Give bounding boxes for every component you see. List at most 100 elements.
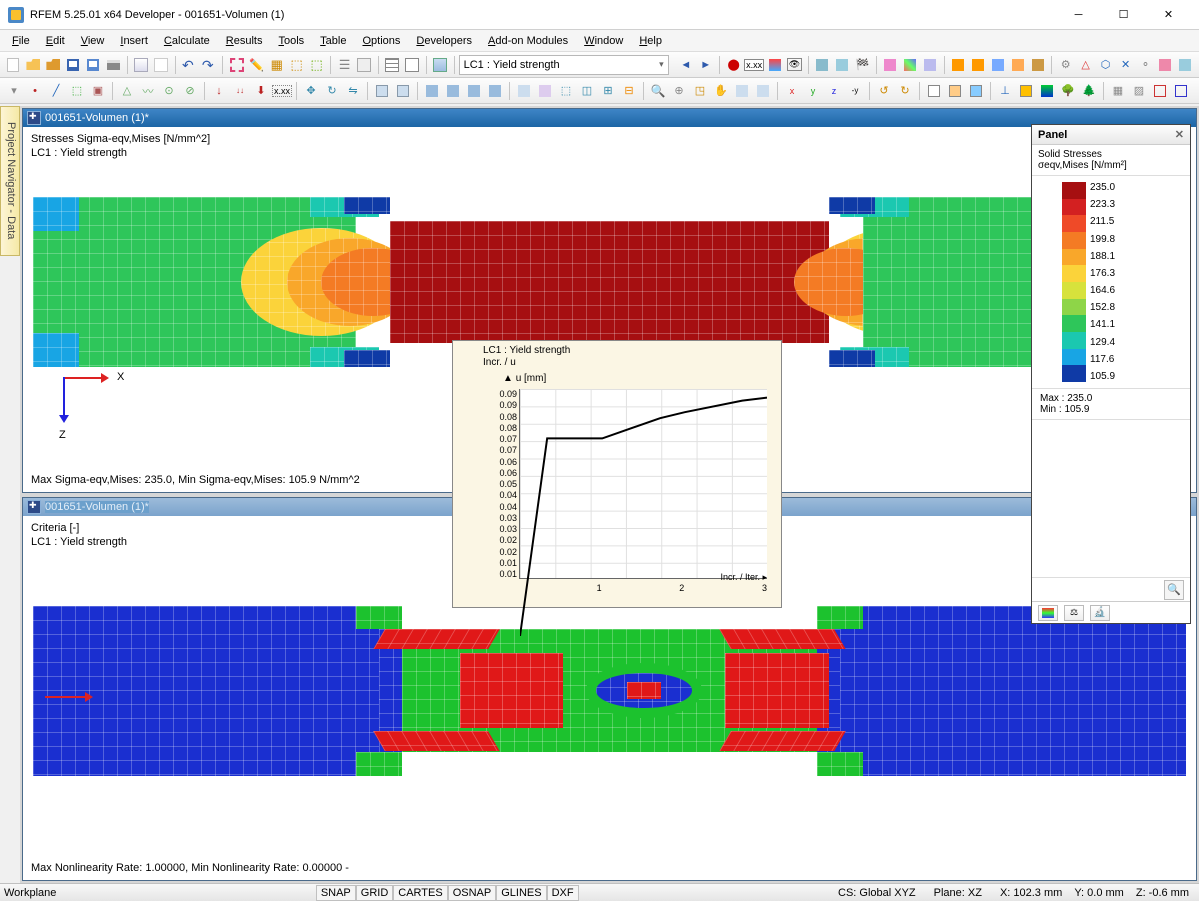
roty-button[interactable]: ↻ [895, 81, 915, 101]
rotate-button[interactable]: ↻ [322, 81, 342, 101]
mesh-button[interactable] [1016, 81, 1036, 101]
copy-button[interactable] [132, 55, 151, 75]
vx-button[interactable]: x [782, 81, 802, 101]
geo6-button[interactable]: ⊟ [619, 81, 639, 101]
statusbar-toggle-glines[interactable]: GLINES [496, 885, 546, 901]
statusbar-toggle-grid[interactable]: GRID [356, 885, 394, 901]
menu-table[interactable]: Table [312, 33, 354, 49]
panel-tab-color-icon[interactable] [1038, 605, 1058, 621]
design7-button[interactable] [1176, 55, 1195, 75]
menu-add-on-modules[interactable]: Add-on Modules [480, 33, 576, 49]
views-row2b-button[interactable] [753, 81, 773, 101]
results-eye-button[interactable]: 👁 [785, 55, 804, 75]
tree2-button[interactable]: 🌲 [1079, 81, 1099, 101]
load1-button[interactable]: ↓ [209, 81, 229, 101]
contour-button[interactable] [833, 55, 852, 75]
menu-window[interactable]: Window [576, 33, 631, 49]
show-grid-button[interactable]: ▦ [267, 55, 286, 75]
vy-button[interactable]: y [803, 81, 823, 101]
statusbar-toggle-snap[interactable]: SNAP [316, 885, 356, 901]
zoom-button[interactable]: ⊕ [669, 81, 689, 101]
line-button[interactable]: ╱ [46, 81, 66, 101]
cursor-button[interactable]: ✏️ [247, 55, 266, 75]
spring-button[interactable]: 〰 [138, 81, 158, 101]
selection-button[interactable] [227, 55, 246, 75]
geo3-button[interactable]: ⬚ [556, 81, 576, 101]
panel-zoom-button[interactable]: 🔍 [1164, 580, 1184, 600]
beams-button[interactable] [1028, 55, 1047, 75]
views-row2-button[interactable] [732, 81, 752, 101]
geo5-button[interactable]: ⊞ [598, 81, 618, 101]
shade-button[interactable] [945, 81, 965, 101]
view1-button[interactable] [372, 81, 392, 101]
flags-button[interactable]: 🏁 [853, 55, 872, 75]
prev-lc-button[interactable]: ◄ [676, 55, 695, 75]
node-button[interactable]: • [25, 81, 45, 101]
mesh-gen-button[interactable]: ▦ [1108, 81, 1128, 101]
results-display-button[interactable]: ⬤ [724, 55, 743, 75]
view3d-button[interactable]: ◳ [690, 81, 710, 101]
results-values-button[interactable]: x.xx [744, 55, 764, 75]
menu-developers[interactable]: Developers [408, 33, 480, 49]
load3-button[interactable]: ⬇ [251, 81, 271, 101]
menu-file[interactable]: File [4, 33, 38, 49]
members2-button[interactable] [968, 55, 987, 75]
menu-results[interactable]: Results [218, 33, 271, 49]
mirror-button[interactable]: ⇋ [343, 81, 363, 101]
hinge-button[interactable]: ⊙ [159, 81, 179, 101]
save-button[interactable] [64, 55, 83, 75]
load-case-selector[interactable]: LC1 : Yield strength [459, 55, 669, 75]
members-button[interactable] [949, 55, 968, 75]
menu-calculate[interactable]: Calculate [156, 33, 218, 49]
wire-button[interactable] [924, 81, 944, 101]
design5-button[interactable]: ⚬ [1136, 55, 1155, 75]
menu-edit[interactable]: Edit [38, 33, 73, 49]
rotx-button[interactable]: ↺ [874, 81, 894, 101]
calc-button[interactable] [355, 55, 374, 75]
results-colors-button[interactable] [765, 55, 784, 75]
display-props-button[interactable] [881, 55, 900, 75]
geo2-button[interactable] [535, 81, 555, 101]
navigator-button[interactable] [431, 55, 450, 75]
menu-help[interactable]: Help [631, 33, 670, 49]
minimize-button[interactable]: ─ [1056, 0, 1101, 30]
design6-button[interactable] [1156, 55, 1175, 75]
model-check-button[interactable]: ☰ [335, 55, 354, 75]
maximize-button[interactable]: ☐ [1101, 0, 1146, 30]
panel-close-button[interactable]: ✕ [1175, 128, 1184, 141]
vxy-button[interactable]: -y [845, 81, 865, 101]
show-loads-button[interactable]: ⬚ [287, 55, 306, 75]
mesh-ref-button[interactable]: ▨ [1129, 81, 1149, 101]
notes-button[interactable] [152, 55, 171, 75]
tree1-button[interactable]: 🌳 [1058, 81, 1078, 101]
vz-button[interactable]: z [824, 81, 844, 101]
design1-button[interactable]: ⚙ [1056, 55, 1075, 75]
layer-button[interactable] [422, 81, 442, 101]
surfaces-button[interactable] [988, 55, 1007, 75]
open-model-button[interactable] [44, 55, 63, 75]
open-file-button[interactable] [24, 55, 43, 75]
solid-button[interactable]: ▣ [88, 81, 108, 101]
dimension-button[interactable]: x.xx [272, 81, 292, 101]
next-lc-button[interactable]: ► [696, 55, 715, 75]
geo4-button[interactable]: ◫ [577, 81, 597, 101]
render-button[interactable] [966, 81, 986, 101]
new-file-button[interactable] [4, 55, 23, 75]
save-as-button[interactable] [84, 55, 103, 75]
close-button[interactable]: ✕ [1146, 0, 1191, 30]
visibility-button[interactable] [921, 55, 940, 75]
partial-button[interactable] [464, 81, 484, 101]
find-button[interactable]: 🔍 [648, 81, 668, 101]
units-button[interactable] [403, 55, 422, 75]
mod1-button[interactable] [1150, 81, 1170, 101]
undo-button[interactable] [180, 55, 199, 75]
design2-button[interactable]: △ [1076, 55, 1095, 75]
statusbar-toggle-dxf[interactable]: DXF [547, 885, 579, 901]
project-navigator-tab[interactable]: Project Navigator - Data [0, 106, 20, 256]
convergence-chart[interactable]: LC1 : Yield strength Incr. / u ▲ u [mm] … [452, 340, 782, 608]
show-results-button[interactable]: ⬚ [307, 55, 326, 75]
group-button[interactable] [443, 81, 463, 101]
mod2-button[interactable] [1171, 81, 1191, 101]
select-button[interactable] [485, 81, 505, 101]
redo-button[interactable] [199, 55, 218, 75]
